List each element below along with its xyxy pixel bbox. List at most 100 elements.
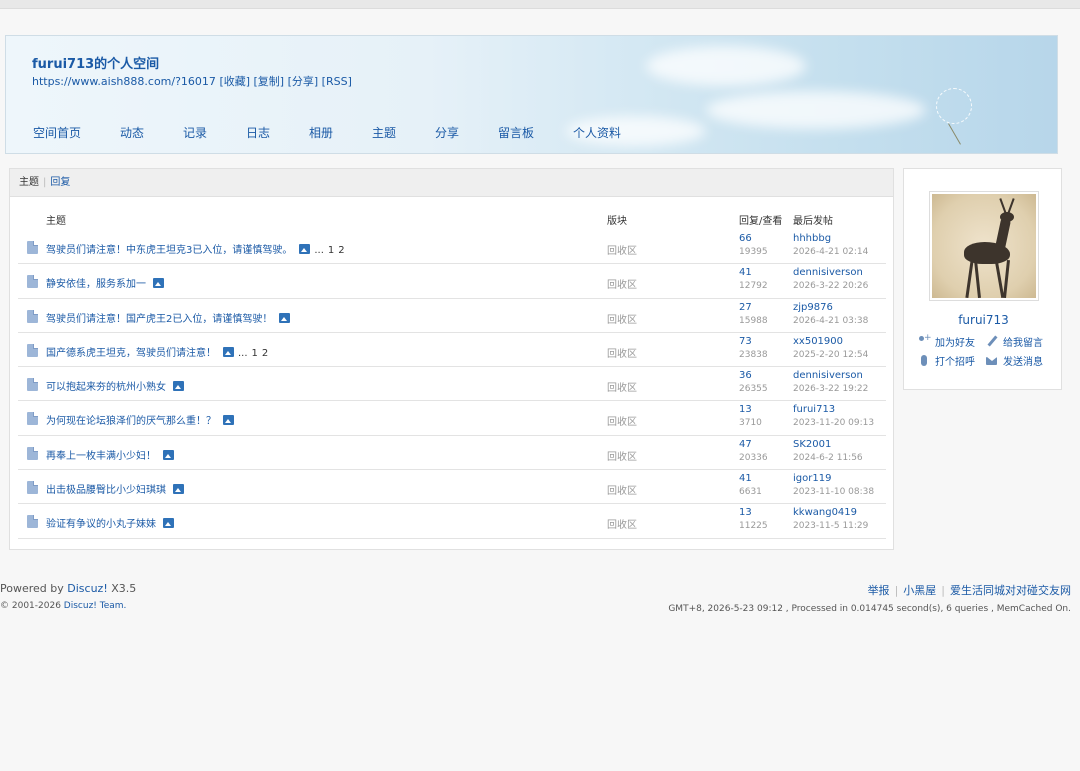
thread-forum[interactable]: 回收区 [607, 482, 637, 497]
thread-title-link[interactable]: 驾驶员们请注意！国产虎王2已入位，请谨慎驾驶！ [46, 314, 272, 325]
nav-activity[interactable]: 动态 [120, 124, 183, 141]
last-post-time: 2025-2-20 12:54 [793, 349, 869, 360]
thread-forum[interactable]: 回收区 [607, 448, 637, 463]
thread-views: 20336 [739, 452, 768, 463]
nav-home[interactable]: 空间首页 [33, 124, 120, 141]
send-message-button[interactable]: 发送消息 [986, 351, 1054, 370]
table-row: 可以抱起来夯的杭州小熟女 回收区 36 26355 dennisiverson 2026-… [18, 367, 886, 402]
cloud-decoration [706, 91, 926, 129]
space-url-actions[interactable]: [收藏] [复制] [分享] [RSS] [219, 75, 351, 88]
last-post-user[interactable]: zjp9876 [793, 302, 833, 313]
thread-title-link[interactable]: 出击极品腰臀比小少妇琪琪 [46, 485, 166, 496]
thread-title-cell: 再奉上一枚丰满小少妇！ [46, 447, 174, 462]
add-friend-label: 加为好友 [935, 338, 975, 349]
thread-forum[interactable]: 回收区 [607, 413, 637, 428]
nav-profile[interactable]: 个人资料 [573, 124, 643, 141]
last-post-user[interactable]: xx501900 [793, 336, 843, 347]
column-stats: 回复/查看 [739, 216, 783, 227]
thread-replies[interactable]: 13 [739, 404, 752, 415]
leave-message-button[interactable]: 给我留言 [986, 332, 1054, 351]
greet-button[interactable]: 打个招呼 [918, 351, 986, 370]
avatar[interactable] [929, 191, 1039, 301]
thread-title-link[interactable]: 国产德系虎王坦克，驾驶员们请注意！ [46, 348, 216, 359]
thread-forum[interactable]: 回收区 [607, 242, 637, 257]
document-icon [27, 412, 38, 426]
thread-replies[interactable]: 47 [739, 439, 752, 450]
thread-title-link[interactable]: 静安依佳，服务系加一 [46, 279, 146, 290]
thread-page-link[interactable]: 1 [252, 348, 258, 359]
top-bar [0, 0, 1080, 9]
last-post-user[interactable]: furui713 [793, 404, 835, 415]
site-name-link[interactable]: 爱生活同城对对碰交友网 [950, 584, 1071, 597]
thread-title-link[interactable]: 验证有争议的小丸子妹妹 [46, 519, 156, 530]
tab-threads[interactable]: 主题 [19, 177, 39, 188]
discuz-link[interactable]: Discuz! [67, 582, 107, 595]
footer-credits: Powered by Discuz! X3.5 © 2001-2026 Disc… [0, 582, 136, 611]
space-title[interactable]: furui713的个人空间 [32, 53, 159, 72]
image-attachment-icon [173, 484, 184, 495]
thread-forum[interactable]: 回收区 [607, 311, 637, 326]
last-post-user[interactable]: SK2001 [793, 439, 831, 450]
document-icon [27, 343, 38, 357]
add-friend-button[interactable]: 加为好友 [918, 332, 986, 351]
thread-replies[interactable]: 41 [739, 473, 752, 484]
thread-views: 3710 [739, 418, 762, 429]
nav-share[interactable]: 分享 [435, 124, 498, 141]
thread-replies[interactable]: 13 [739, 507, 752, 518]
document-icon [27, 481, 38, 495]
thread-title-cell: 可以抱起来夯的杭州小熟女 [46, 378, 184, 393]
nav-threads[interactable]: 主题 [372, 124, 435, 141]
thread-replies[interactable]: 41 [739, 267, 752, 278]
discuz-team-link[interactable]: Discuz! Team. [64, 601, 127, 611]
last-post-time: 2026-4-21 02:14 [793, 247, 869, 257]
nav-album[interactable]: 相册 [309, 124, 372, 141]
profile-username[interactable]: furui713 [904, 313, 1063, 327]
table-row: 为何现在论坛狼泽们的厌气那么重！？ 回收区 13 3710 furui713 2023-1… [18, 401, 886, 436]
thread-replies[interactable]: 73 [739, 336, 752, 347]
last-post-user[interactable]: igor119 [793, 473, 831, 484]
space-nav: 空间首页 动态 记录 日志 相册 主题 分享 留言板 个人资料 [33, 124, 643, 141]
thread-title-link[interactable]: 为何现在论坛狼泽们的厌气那么重！？ [46, 416, 216, 427]
thread-replies[interactable]: 66 [739, 233, 752, 244]
thread-replies[interactable]: 36 [739, 370, 752, 381]
last-post-user[interactable]: dennisiverson [793, 267, 863, 278]
last-post-user[interactable]: hhhbbg [793, 233, 831, 244]
thread-views: 15988 [739, 315, 768, 326]
table-header: 主题 版块 回复/查看 最后发帖 [10, 212, 895, 228]
report-link[interactable]: 举报 [868, 584, 890, 597]
thread-rows: 驾驶员们请注意！中东虎王坦克3已入位，请谨慎驾驶。... 1 2 回收区 66 19395… [18, 230, 886, 539]
last-post-user[interactable]: dennisiverson [793, 370, 863, 381]
thread-page-link[interactable]: 2 [262, 348, 268, 359]
dandelion-stem [948, 123, 961, 145]
thread-replies[interactable]: 27 [739, 302, 752, 313]
thread-forum[interactable]: 回收区 [607, 345, 637, 360]
nav-records[interactable]: 记录 [183, 124, 246, 141]
document-icon [27, 378, 38, 392]
blacklist-link[interactable]: 小黑屋 [903, 584, 936, 597]
nav-blog[interactable]: 日志 [246, 124, 309, 141]
last-post-time: 2023-11-20 09:13 [793, 418, 875, 429]
thread-title-link[interactable]: 再奉上一枚丰满小少妇！ [46, 451, 156, 462]
thread-title-link[interactable]: 可以抱起来夯的杭州小熟女 [46, 382, 166, 393]
thread-forum[interactable]: 回收区 [607, 379, 637, 394]
table-row: 静安依佳，服务系加一 回收区 41 12792 dennisiverson 2026-3-… [18, 264, 886, 299]
thread-page-link[interactable]: 2 [338, 245, 344, 256]
thread-forum[interactable]: 回收区 [607, 276, 637, 291]
table-row: 国产德系虎王坦克，驾驶员们请注意！... 1 2 回收区 73 23838 xx501900… [18, 333, 886, 368]
image-attachment-icon [223, 415, 234, 426]
powered-by-text: Powered by [0, 582, 64, 595]
thread-forum[interactable]: 回收区 [607, 516, 637, 531]
thread-tabs: 主题 | 回复 [10, 169, 893, 197]
thread-views: 23838 [739, 349, 768, 360]
thread-page-link[interactable]: 1 [328, 245, 334, 256]
footer-links: 举报 | 小黑屋 | 爱生活同城对对碰交友网 GMT+8, 2026-5-23 09:1… [668, 582, 1071, 614]
image-attachment-icon [299, 244, 311, 254]
last-post-user[interactable]: kkwang0419 [793, 507, 857, 518]
nav-guestbook[interactable]: 留言板 [498, 124, 573, 141]
server-info: GMT+8, 2026-5-23 09:12 , Processed in 0.… [668, 604, 1071, 614]
thread-list-panel: 主题 | 回复 主题 版块 回复/查看 最后发帖 驾驶员们请注意！中东虎王坦克3已入… [9, 168, 894, 550]
thread-title-link[interactable]: 驾驶员们请注意！中东虎王坦克3已入位，请谨慎驾驶。 [46, 245, 292, 256]
thread-title-cell: 验证有争议的小丸子妹妹 [46, 515, 174, 530]
tab-replies[interactable]: 回复 [50, 177, 70, 188]
space-url-link[interactable]: https://www.aish888.com/?16017 [32, 75, 216, 88]
